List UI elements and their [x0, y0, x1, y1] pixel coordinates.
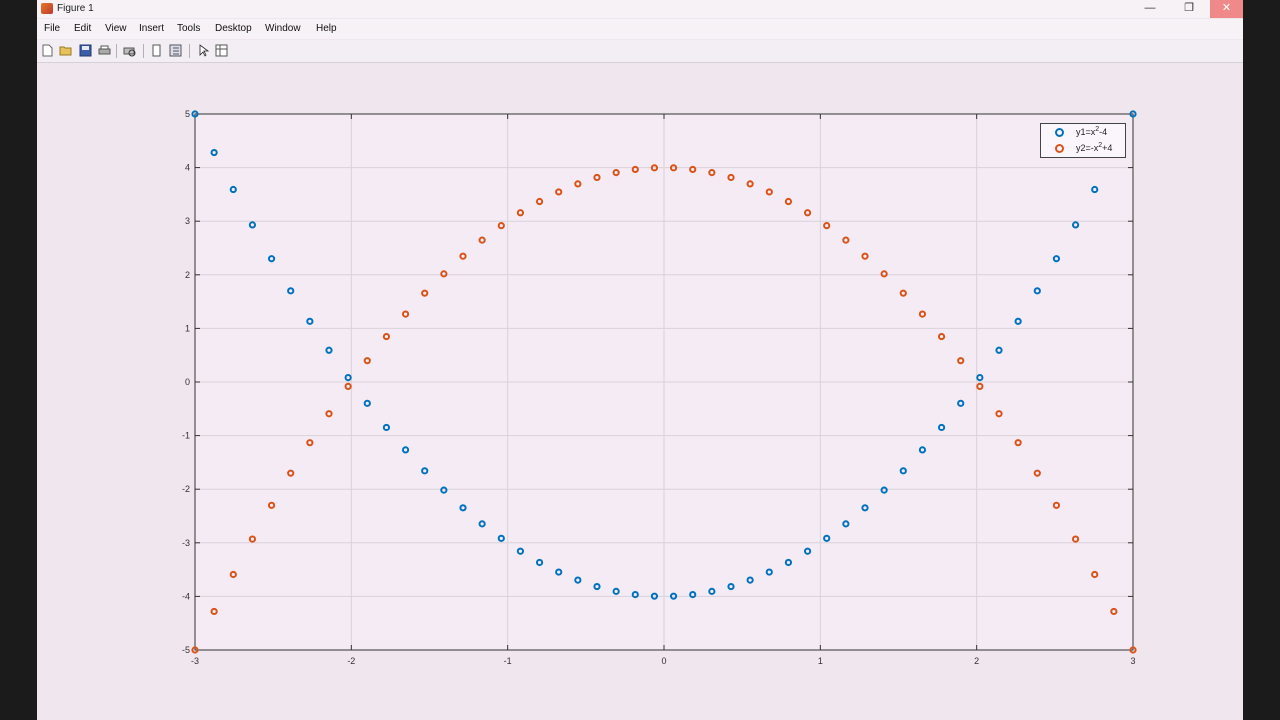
- close-button[interactable]: ✕: [1210, 0, 1243, 18]
- y-tick-label: 5: [185, 109, 190, 119]
- open-file-icon[interactable]: [59, 44, 72, 57]
- figure-toolbar: [37, 40, 1243, 63]
- restore-button[interactable]: ❐: [1173, 0, 1205, 18]
- legend-marker-y1: [1055, 128, 1064, 137]
- y-tick-label: 3: [185, 216, 190, 226]
- x-tick-label: -1: [504, 656, 512, 666]
- menu-insert[interactable]: Insert: [139, 23, 164, 34]
- toolbar-separator: [116, 44, 117, 58]
- y-tick-label: 4: [185, 163, 190, 173]
- y-tick-label: -3: [182, 538, 190, 548]
- print-icon[interactable]: [98, 44, 111, 57]
- x-tick-label: 0: [661, 656, 666, 666]
- x-tick-label: 1: [818, 656, 823, 666]
- scatter-plot[interactable]: -3 -2 -1 0 1 2 3 -5 -4 -3 -2 -1 0 1 2 3 4 5: [37, 63, 1243, 720]
- menu-window[interactable]: Window: [265, 23, 301, 34]
- y-tick-label: -4: [182, 591, 190, 601]
- window-title: Figure 1: [57, 3, 94, 14]
- menu-tools[interactable]: Tools: [177, 23, 200, 34]
- y-tick-label: -2: [182, 484, 190, 494]
- y-tick-label: 2: [185, 270, 190, 280]
- x-tick-label: -3: [191, 656, 199, 666]
- property-inspector-icon[interactable]: [215, 44, 228, 57]
- legend-entry-y2: y2=-x2+4: [1041, 140, 1125, 156]
- hide-plot-tools-icon[interactable]: [150, 44, 163, 57]
- menu-view[interactable]: View: [105, 23, 127, 34]
- figure-canvas: -3 -2 -1 0 1 2 3 -5 -4 -3 -2 -1 0 1 2 3 4 5 y1=x2-4 y2=-x…: [37, 63, 1243, 720]
- matlab-icon: [41, 3, 53, 14]
- legend-label-y1: y1=x2-4: [1076, 126, 1108, 137]
- legend-marker-y2: [1055, 144, 1064, 153]
- x-tick-label: -2: [347, 656, 355, 666]
- y-tick-label: 0: [185, 377, 190, 387]
- y-tick-label: -1: [182, 431, 190, 441]
- pointer-icon[interactable]: [197, 44, 210, 57]
- x-tick-label: 2: [974, 656, 979, 666]
- menu-file[interactable]: File: [44, 23, 60, 34]
- print-preview-icon[interactable]: [123, 44, 136, 57]
- legend-label-y2: y2=-x2+4: [1076, 142, 1113, 153]
- menu-desktop[interactable]: Desktop: [215, 23, 252, 34]
- x-tick-label: 3: [1130, 656, 1135, 666]
- menu-edit[interactable]: Edit: [74, 23, 91, 34]
- legend[interactable]: y1=x2-4 y2=-x2+4: [1040, 123, 1126, 158]
- y-tick-label: 1: [185, 323, 190, 333]
- save-icon[interactable]: [79, 44, 92, 57]
- legend-entry-y1: y1=x2-4: [1041, 124, 1125, 140]
- menu-bar: File Edit View Insert Tools Desktop Wind…: [37, 19, 1243, 39]
- menu-help[interactable]: Help: [316, 23, 337, 34]
- toolbar-separator: [189, 44, 190, 58]
- toolbar-separator: [143, 44, 144, 58]
- figure-window: Figure 1 — ❐ ✕ File Edit View Insert Too…: [37, 0, 1243, 720]
- title-bar: Figure 1 — ❐ ✕: [37, 0, 1243, 18]
- new-figure-icon[interactable]: [41, 44, 54, 57]
- show-plot-tools-icon[interactable]: [169, 44, 182, 57]
- minimize-button[interactable]: —: [1134, 0, 1166, 18]
- y-tick-label: -5: [182, 645, 190, 655]
